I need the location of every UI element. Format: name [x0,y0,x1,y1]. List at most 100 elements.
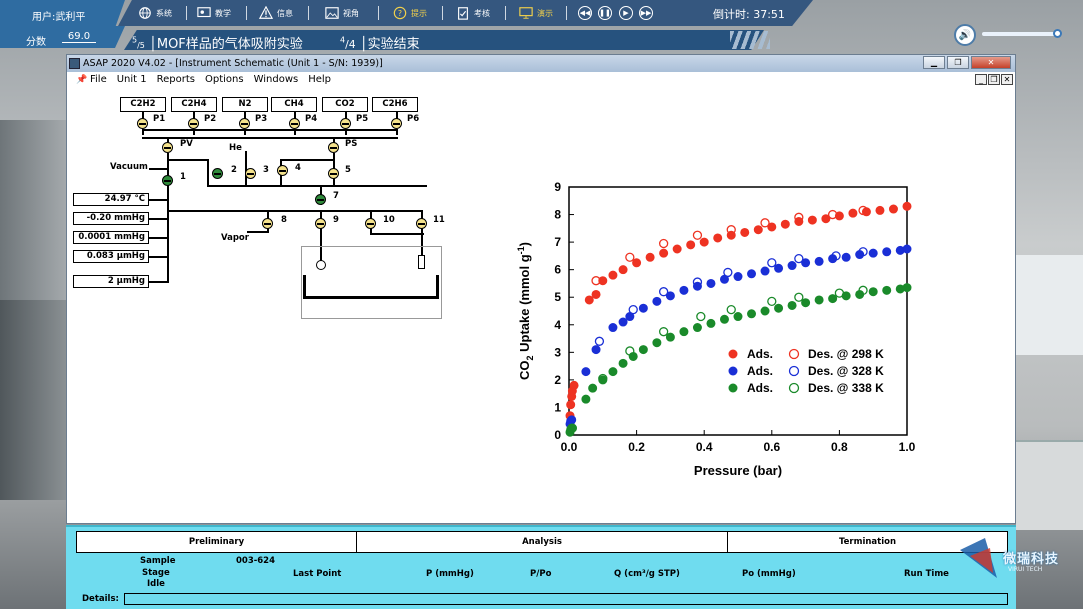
valve-4[interactable] [277,165,288,176]
y-axis-label: CO2 Uptake (mmol g-1) [516,242,535,380]
pin-icon[interactable]: 📌 [71,72,87,88]
label-valve-5: 5 [345,165,351,175]
valve-3[interactable] [245,168,256,179]
y-tick-label: 5 [554,290,561,304]
menu-demo-button[interactable]: 演示 [518,4,553,22]
port-label-p6: P6 [407,114,420,124]
ads-point [774,303,784,313]
gas-co2[interactable]: CO2 [322,97,368,112]
ads-point [706,278,716,288]
fast-forward-button[interactable]: ▶▶ [639,6,653,20]
user-label: 用户:武利平 [32,12,86,23]
po-tube [418,255,425,269]
valve-p6[interactable] [391,118,402,129]
window-title-bar: ASAP 2020 V4.02 - [Instrument Schematic … [67,55,1015,72]
valve-10[interactable] [365,218,376,229]
valve-p2[interactable] [188,118,199,129]
gas-ch4[interactable]: CH4 [271,97,317,112]
menu-assess-label: 考核 [474,8,490,18]
separator [186,6,187,20]
menu-assess-button[interactable]: 考核 [455,4,490,22]
legend-des-marker [788,382,800,394]
mdi-minimize-button[interactable]: _ [975,74,987,85]
menu-info-button[interactable]: 信息 [258,4,293,22]
valve-p3[interactable] [239,118,250,129]
col-q: Q (cm³/g STP) [614,569,680,579]
menu-hint-button[interactable]: ? 提示 [392,4,427,22]
valve-p4[interactable] [289,118,300,129]
ads-point [591,345,601,355]
ads-point [672,244,682,254]
valve-11[interactable] [416,218,427,229]
logo-subtext: VIRUI TECH [1008,566,1043,573]
mdi-restore-button[interactable]: ❐ [988,74,1000,85]
gas-c2h4[interactable]: C2H4 [171,97,217,112]
menu-windows[interactable]: Windows [249,72,304,88]
des-point [767,258,777,268]
step-bar-stripes [730,31,770,49]
menu-view-button[interactable]: 视角 [324,4,359,22]
port-label-p1: P1 [153,114,166,124]
valve-1[interactable] [162,175,173,186]
dewar [303,275,439,299]
label-vapor: Vapor [221,233,249,243]
valve-9[interactable] [315,218,326,229]
gas-c2h2[interactable]: C2H2 [120,97,166,112]
valve-5[interactable] [328,168,339,179]
label-valve-11: 11 [433,215,445,225]
menu-teaching-button[interactable]: 教学 [196,4,231,22]
menu-options[interactable]: Options [200,72,249,88]
maximize-button[interactable]: ❐ [947,56,969,69]
legend-ads-marker [728,383,738,393]
app-window: ASAP 2020 V4.02 - [Instrument Schematic … [66,54,1016,524]
svg-text:?: ? [398,9,402,18]
legend-ads-marker [728,366,738,376]
ads-point [787,261,797,271]
legend-des-label: Des. @ 328 K [808,364,884,378]
des-point [658,287,669,297]
menu-help[interactable]: Help [303,72,336,88]
mdi-close-button[interactable]: ✕ [1001,74,1013,85]
image-icon [325,7,339,19]
menu-file[interactable]: File [85,72,112,88]
pipe [345,129,347,135]
pipe [149,237,167,239]
minimize-button[interactable]: ▁ [923,56,945,69]
co2-uptake-chart: 0.0 0.2 0.4 0.6 0.8 1.0 0 1 2 3 4 5 6 7 8 9 Pressure (ba… [516,180,916,478]
rewind-button[interactable]: ◀◀ [578,6,592,20]
menu-unit[interactable]: Unit 1 [112,72,152,88]
valve-p5[interactable] [340,118,351,129]
pause-button[interactable]: ❚❚ [598,6,612,20]
volume-button[interactable]: 🔊 [954,24,976,46]
close-button[interactable]: ✕ [971,56,1011,69]
ads-point [588,383,598,393]
sample-value: 003-624 [236,556,276,566]
gas-c2h6[interactable]: C2H6 [372,97,418,112]
play-button[interactable]: ▶ [619,6,633,20]
ads-point [699,237,709,247]
window-title: ASAP 2020 V4.02 - [Instrument Schematic … [83,58,383,69]
menu-hint-label: 提示 [411,8,427,18]
y-tick-label: 2 [554,373,561,387]
ads-point [719,314,729,324]
separator [246,6,247,20]
gas-n2[interactable]: N2 [222,97,268,112]
volume-slider[interactable] [982,32,1058,36]
des-point [628,304,638,315]
ads-point [706,318,716,328]
pipe-lower-horizontal [167,210,423,212]
valve-p1[interactable] [137,118,148,129]
sample-tube-bulb [316,260,326,270]
valve-ps[interactable] [328,142,339,153]
ads-point [652,338,662,348]
valve-pv[interactable] [162,142,173,153]
y-tick-label: 0 [554,428,561,442]
menu-system-button[interactable]: 系统 [137,4,172,22]
menu-reports[interactable]: Reports [152,72,200,88]
ads-point [581,367,591,377]
volume-slider-knob[interactable] [1053,29,1062,38]
valve-2[interactable] [212,168,223,179]
valve-8[interactable] [262,218,273,229]
valve-7[interactable] [315,194,326,205]
pipe [149,168,167,170]
